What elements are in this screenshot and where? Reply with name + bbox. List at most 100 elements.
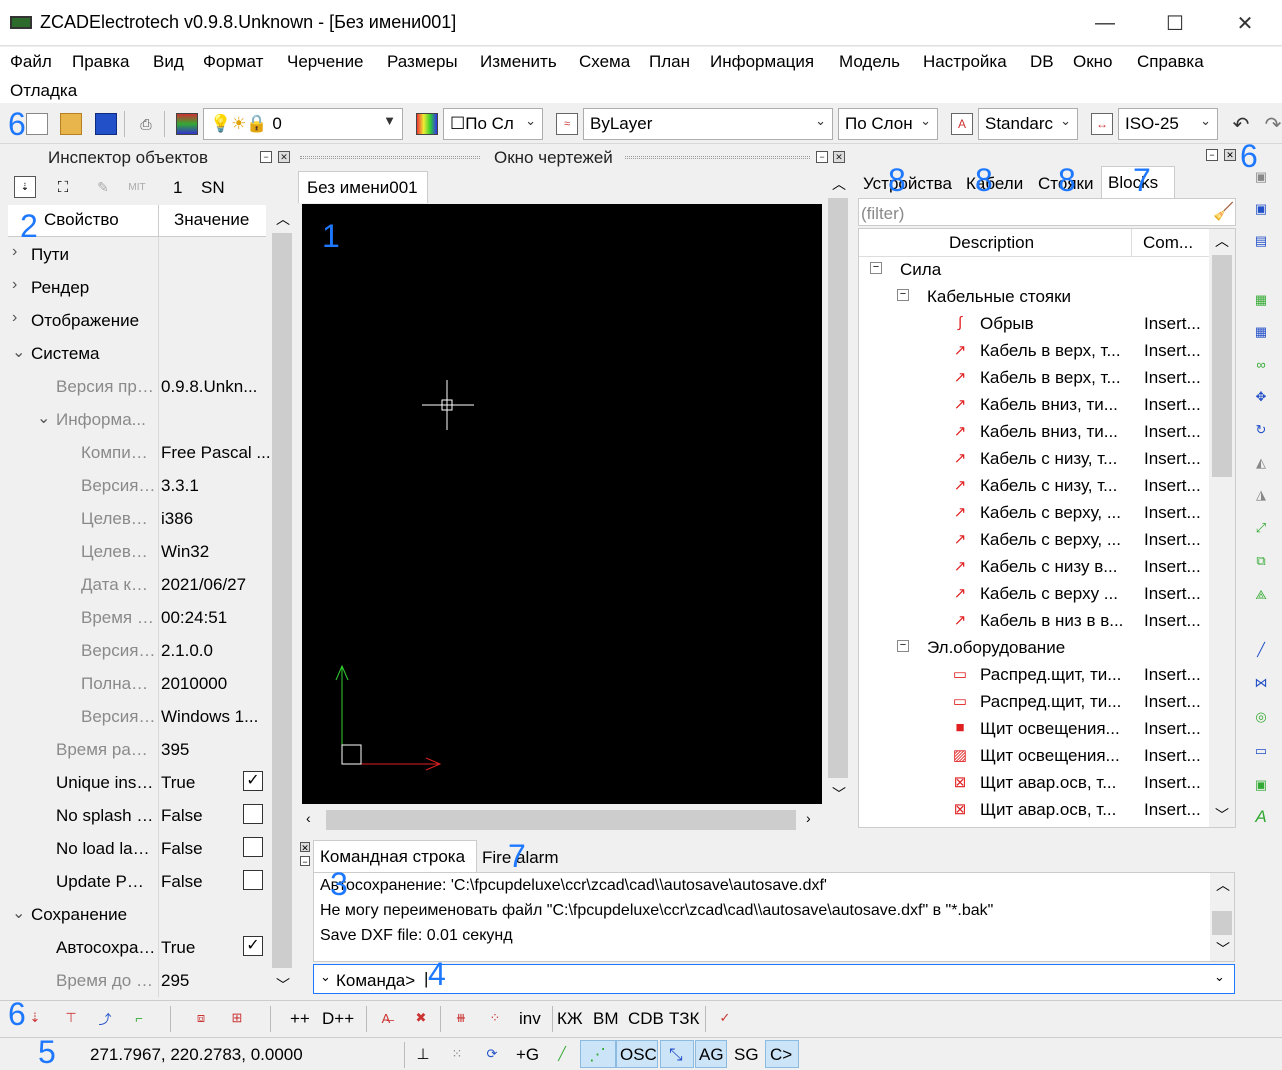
block-icon[interactable]: ▣ <box>1252 776 1270 794</box>
layer-combo[interactable]: 💡☀🔒 0 ▼ <box>203 108 403 140</box>
inspector-row[interactable]: Целевой ...i386 <box>8 502 266 535</box>
tree-row[interactable]: ▨ Щит освещения... Insert... <box>860 742 1208 769</box>
tree-row[interactable]: − Эл.оборудование <box>860 634 1208 661</box>
link-icon[interactable]: ∞ <box>1252 355 1270 373</box>
col-description[interactable]: Description <box>949 233 1034 253</box>
property-value[interactable]: 2021/06/27 <box>161 575 271 595</box>
inspector-row[interactable]: ⌄ Информа... <box>8 403 266 436</box>
property-value[interactable]: 0.9.8.Unkn... <box>161 377 271 397</box>
new-file-icon[interactable] <box>26 113 48 135</box>
properties-icon[interactable]: ▤ <box>1252 232 1270 250</box>
strike-icon[interactable]: A̶ <box>377 1009 395 1027</box>
chevron-right-icon[interactable]: › <box>12 276 17 294</box>
menu-debug[interactable]: Отладка <box>10 81 77 101</box>
linetype-combo[interactable]: ByLayer ⌄ <box>583 108 833 140</box>
scroll-up-icon[interactable]: ︿ <box>276 209 290 229</box>
inspector-row[interactable]: Время работы395 <box>8 733 266 766</box>
mirror-icon[interactable]: ◮ <box>1252 486 1270 504</box>
increment-button[interactable]: ++ <box>290 1009 310 1029</box>
connect-icon[interactable]: ⤴ <box>96 1009 114 1027</box>
tree-row[interactable]: ↗ Кабель с низу в... Insert... <box>860 553 1208 580</box>
tree-row[interactable]: − Сила <box>860 256 1208 283</box>
inspector-row[interactable]: Дата комп...2021/06/27 <box>8 568 266 601</box>
dimstyle-combo[interactable]: ISO-25 ⌄ <box>1118 108 1218 140</box>
tree-row[interactable]: ∫ Обрыв Insert... <box>860 310 1208 337</box>
grid-toggle[interactable]: +G <box>516 1045 539 1065</box>
vm-button[interactable]: ВМ <box>593 1009 619 1029</box>
move-icon[interactable]: ✥ <box>1252 388 1270 406</box>
inspector-row[interactable]: Время до авт...295 <box>8 964 266 997</box>
inspector-row[interactable]: Версия прог... 0.9.8.Unkn... <box>8 370 266 403</box>
rotate-icon[interactable]: ↻ <box>1252 421 1270 439</box>
inspector-row[interactable]: › Отображение <box>8 304 266 337</box>
cross-icon[interactable]: ⧻ <box>452 1009 470 1027</box>
close-panel-icon[interactable]: ✕ <box>300 842 310 853</box>
scroll-down-icon[interactable]: ﹀ <box>276 975 290 995</box>
checkbox[interactable] <box>243 837 263 857</box>
close-panel-icon[interactable]: ✕ <box>833 151 845 163</box>
close-panel-icon[interactable]: ✕ <box>278 151 290 163</box>
line-icon[interactable]: ╱ <box>1252 641 1270 659</box>
osnap-toggle[interactable]: OSC <box>616 1040 658 1068</box>
menu-help[interactable]: Справка <box>1137 52 1204 72</box>
tree-row[interactable]: ↗ Кабель с верху, ... Insert... <box>860 526 1208 553</box>
minimize-panel-icon[interactable]: − <box>1206 149 1218 161</box>
ag-toggle[interactable]: AG <box>695 1040 727 1068</box>
tree-row[interactable]: ↗ Кабель вниз, ти... Insert... <box>860 391 1208 418</box>
clear-filter-icon[interactable]: 🧹 <box>1213 202 1234 222</box>
inspector-tool-icon[interactable]: ⇣ <box>14 176 36 198</box>
inspector-row[interactable]: Update PO file False <box>8 865 266 898</box>
inspector-row[interactable]: ⌄ Сохранение <box>8 898 266 931</box>
d-increment-button[interactable]: D++ <box>322 1009 354 1029</box>
menu-window[interactable]: Окно <box>1073 52 1113 72</box>
snap-icon[interactable]: ⇣ <box>26 1009 44 1027</box>
open-folder-icon[interactable] <box>60 113 82 135</box>
tree-row[interactable]: ↗ Кабель в низ в в... Insert... <box>860 607 1208 634</box>
textstyle-combo[interactable]: Standarc ⌄ <box>978 108 1078 140</box>
property-value[interactable]: Win32 <box>161 542 271 562</box>
tzk-button[interactable]: ТЗК <box>669 1009 699 1029</box>
save-icon[interactable] <box>95 113 117 135</box>
inspector-row[interactable]: Версия ок...Windows 1... <box>8 700 266 733</box>
tree-row[interactable]: ⊠ Щит авар.осв, т... Insert... <box>860 796 1208 823</box>
mirror-icon[interactable]: ⟁ <box>1252 586 1270 604</box>
inspector-row[interactable]: No splash scr...False <box>8 799 266 832</box>
tree-row[interactable]: ↗ Кабель вниз, ти... Insert... <box>860 418 1208 445</box>
chevron-right-icon[interactable]: › <box>12 243 17 261</box>
property-value[interactable]: 00:24:51 <box>161 608 271 628</box>
drawing-hscrollbar[interactable]: ‹ › <box>302 808 822 832</box>
col-property[interactable]: Свойство <box>44 210 119 230</box>
inspector-row[interactable]: ⌄ Система <box>8 337 266 370</box>
ortho-icon[interactable]: ⊥ <box>414 1045 432 1063</box>
node-icon[interactable]: ⌐ <box>130 1009 148 1027</box>
menu-modify[interactable]: Изменить <box>480 52 557 72</box>
collapse-toggle-icon[interactable]: − <box>897 289 909 301</box>
menu-file[interactable]: Файл <box>10 52 52 72</box>
color-palette-icon[interactable] <box>416 113 438 135</box>
menu-format[interactable]: Формат <box>203 52 263 72</box>
redo-icon[interactable]: ↷ <box>1262 113 1282 136</box>
inspector-row[interactable]: Версия ко...3.3.1 <box>8 469 266 502</box>
chevron-down-icon[interactable]: ⌄ <box>12 342 25 362</box>
minimize-panel-icon[interactable]: − <box>816 151 828 163</box>
minimize-panel-icon[interactable]: − <box>260 151 272 163</box>
tree-row[interactable]: ↗ Кабель в верх, т... Insert... <box>860 337 1208 364</box>
menu-scheme[interactable]: Схема <box>579 52 630 72</box>
inspector-row[interactable]: Целевая ...Win32 <box>8 535 266 568</box>
grid-dots-icon[interactable]: ⁙ <box>448 1045 466 1063</box>
textstyle-icon[interactable]: A <box>951 113 973 135</box>
layers-icon[interactable] <box>176 113 198 135</box>
close-button[interactable]: ✕ <box>1210 0 1280 46</box>
polar-icon[interactable]: ⟳ <box>483 1045 501 1063</box>
scroll-up-icon[interactable]: ︿ <box>1215 231 1229 251</box>
save-as-icon[interactable]: ▣ <box>1252 200 1270 218</box>
copy-icon[interactable]: ⧉ <box>1252 552 1270 570</box>
cmd-scrollbar[interactable]: ︿ ﹀ <box>1210 873 1234 961</box>
property-value[interactable]: 2.1.0.0 <box>161 641 271 661</box>
text-icon[interactable]: A <box>1252 807 1270 826</box>
scroll-thumb[interactable] <box>1212 911 1232 935</box>
maximize-button[interactable]: ☐ <box>1140 0 1210 46</box>
tab-devices[interactable]: Устройства <box>863 174 952 194</box>
dots-icon[interactable]: ⁘ <box>486 1009 504 1027</box>
collapse-toggle-icon[interactable]: − <box>897 640 909 652</box>
